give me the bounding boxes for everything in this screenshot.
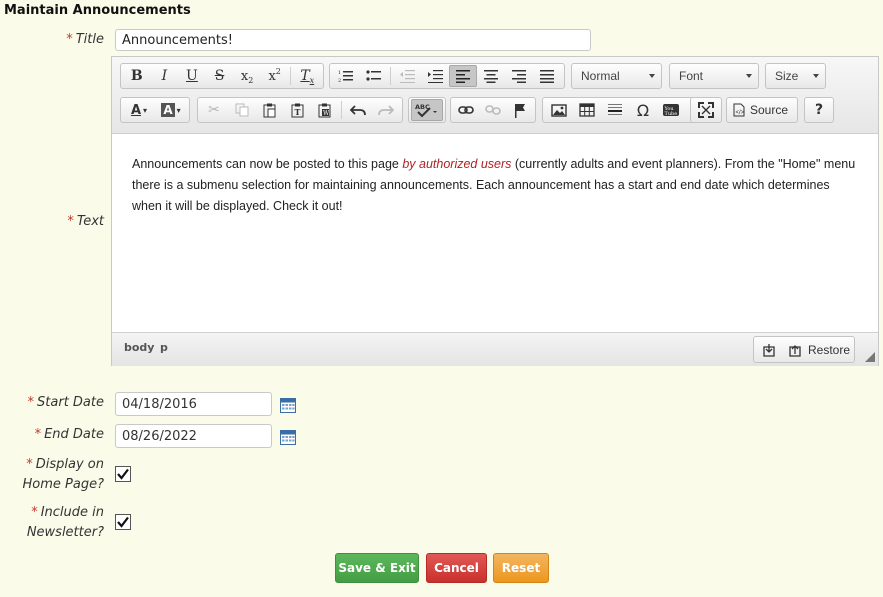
resize-handle[interactable] bbox=[865, 352, 875, 362]
font-combo[interactable]: Font bbox=[669, 63, 759, 89]
paste-text-icon[interactable]: T bbox=[284, 99, 312, 121]
reset-button[interactable]: Reset bbox=[493, 553, 549, 583]
align-left-icon[interactable] bbox=[449, 65, 477, 87]
editor-content[interactable]: Announcements can now be posted to this … bbox=[112, 134, 878, 332]
autosave-restore-button[interactable]: Restore bbox=[753, 336, 855, 363]
end-date-label: * End Date bbox=[34, 427, 104, 442]
display-home-label: * Display on Home Page? bbox=[22, 457, 104, 492]
spellcheck-icon[interactable]: ABC bbox=[411, 99, 443, 121]
page-title: Maintain Announcements bbox=[4, 3, 191, 18]
links-group bbox=[450, 97, 536, 123]
unlink-icon[interactable] bbox=[480, 99, 507, 121]
bold-icon[interactable]: B bbox=[123, 65, 151, 87]
svg-text:</>: </> bbox=[736, 110, 745, 116]
end-date-input[interactable]: 08/26/2022 bbox=[115, 424, 272, 448]
decrease-indent-icon[interactable] bbox=[393, 65, 421, 87]
link-icon[interactable] bbox=[453, 99, 480, 121]
save-exit-button[interactable]: Save & Exit bbox=[335, 553, 419, 583]
spellcheck-group: ABC bbox=[408, 97, 446, 123]
restore-draft-icon bbox=[789, 344, 801, 357]
copy-icon[interactable] bbox=[228, 99, 256, 121]
editor-toolbar: B I U S x2 x2 Tx 12 Normal Font Size A ▾… bbox=[112, 57, 878, 134]
save-draft-icon bbox=[763, 343, 775, 357]
source-group: </> Source bbox=[726, 97, 798, 123]
svg-text:2: 2 bbox=[338, 78, 341, 83]
element-path-p[interactable]: p bbox=[160, 341, 168, 354]
svg-text:Tube: Tube bbox=[665, 111, 678, 117]
svg-text:1: 1 bbox=[338, 70, 341, 76]
start-date-calendar-icon[interactable] bbox=[280, 397, 296, 413]
align-right-icon[interactable] bbox=[505, 65, 533, 87]
italic-icon[interactable]: I bbox=[151, 65, 179, 87]
special-character-icon[interactable]: Ω bbox=[629, 99, 657, 121]
image-icon[interactable] bbox=[545, 99, 573, 121]
include-newsletter-checkbox[interactable] bbox=[115, 514, 131, 530]
start-date-input[interactable]: 04/18/2016 bbox=[115, 392, 272, 416]
justify-icon[interactable] bbox=[533, 65, 561, 87]
superscript-icon[interactable]: x2 bbox=[261, 65, 289, 87]
svg-text:W: W bbox=[323, 110, 330, 117]
editor-statusbar: body p Restore bbox=[112, 332, 878, 366]
check-icon bbox=[117, 468, 129, 480]
cut-icon[interactable]: ✂ bbox=[200, 99, 228, 121]
text-color-icon[interactable]: A ▾ bbox=[123, 99, 155, 121]
maximize-group bbox=[690, 97, 722, 123]
clipboard-group: ✂ T W bbox=[197, 97, 403, 123]
format-combo[interactable]: Normal bbox=[571, 63, 662, 89]
youtube-icon[interactable]: You Tube bbox=[657, 99, 685, 121]
text-label: * Text bbox=[67, 214, 104, 229]
start-date-label: * Start Date bbox=[27, 395, 104, 410]
title-input[interactable]: Announcements! bbox=[115, 29, 591, 51]
color-group: A ▾ A ▾ bbox=[120, 97, 190, 123]
underline-icon[interactable]: U bbox=[178, 65, 206, 87]
remove-format-icon[interactable]: Tx bbox=[293, 65, 321, 87]
maximize-icon[interactable] bbox=[693, 99, 719, 121]
horizontal-line-icon[interactable] bbox=[601, 99, 629, 121]
help-icon[interactable]: ? bbox=[807, 99, 831, 121]
table-icon[interactable] bbox=[573, 99, 601, 121]
subscript-icon[interactable]: x2 bbox=[233, 65, 261, 87]
paste-from-word-icon[interactable]: W bbox=[311, 99, 339, 121]
undo-icon[interactable] bbox=[344, 99, 372, 121]
cancel-button[interactable]: Cancel bbox=[426, 553, 487, 583]
background-color-icon[interactable]: A ▾ bbox=[155, 99, 187, 121]
svg-text:T: T bbox=[294, 107, 300, 117]
rich-text-editor: B I U S x2 x2 Tx 12 Normal Font Size A ▾… bbox=[111, 56, 879, 366]
increase-indent-icon[interactable] bbox=[421, 65, 449, 87]
source-button[interactable]: </> Source bbox=[729, 99, 795, 121]
size-combo[interactable]: Size bbox=[765, 63, 826, 89]
end-date-calendar-icon[interactable] bbox=[280, 429, 296, 445]
include-newsletter-label: * Include in Newsletter? bbox=[26, 505, 104, 540]
basic-styles-group: B I U S x2 x2 Tx bbox=[120, 63, 324, 89]
anchor-flag-icon[interactable] bbox=[506, 99, 533, 121]
display-home-checkbox[interactable] bbox=[115, 466, 131, 482]
check-icon bbox=[117, 516, 129, 528]
paste-icon[interactable] bbox=[256, 99, 284, 121]
numbered-list-icon[interactable]: 12 bbox=[332, 65, 360, 87]
align-center-icon[interactable] bbox=[477, 65, 505, 87]
title-label: * Title bbox=[66, 32, 104, 47]
paragraph-group: 12 bbox=[329, 63, 565, 89]
strikethrough-icon[interactable]: S bbox=[206, 65, 234, 87]
bulleted-list-icon[interactable] bbox=[360, 65, 388, 87]
help-group: ? bbox=[804, 97, 834, 123]
redo-icon[interactable] bbox=[372, 99, 400, 121]
element-path-body[interactable]: body bbox=[124, 341, 154, 354]
